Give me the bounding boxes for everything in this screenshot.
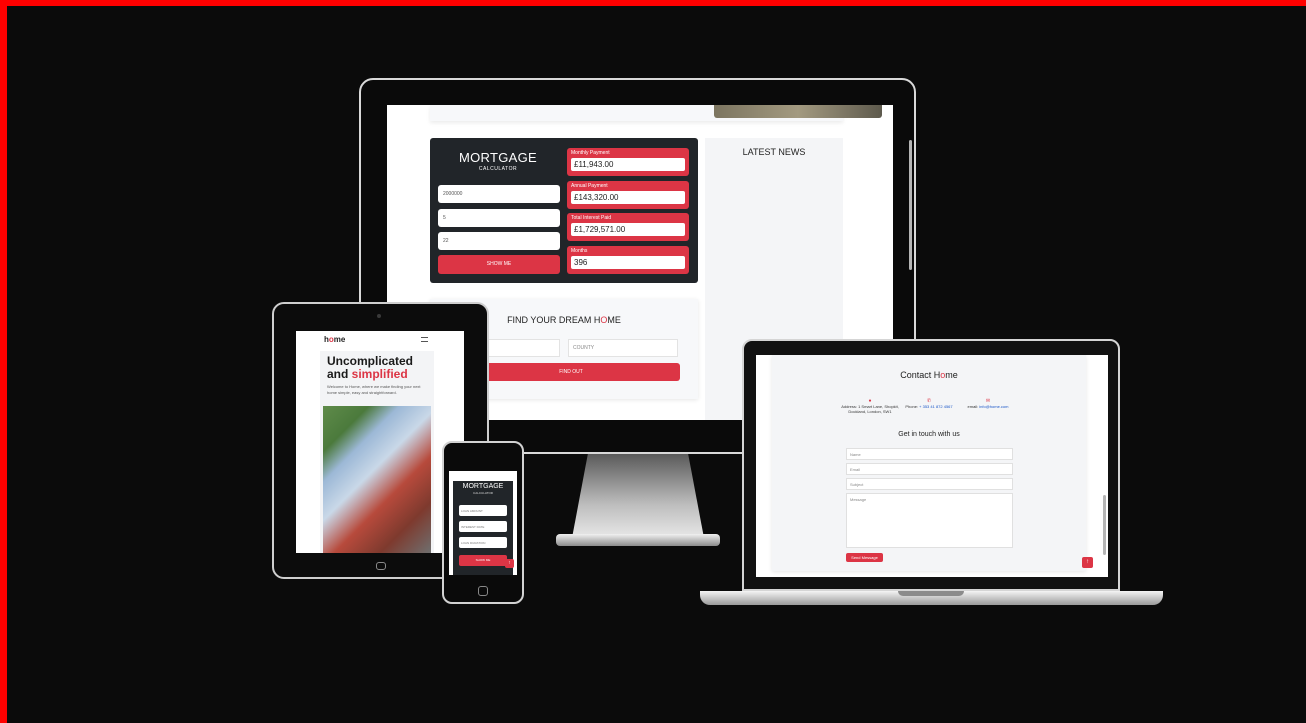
result-value: £11,943.00 [571, 158, 685, 171]
get-in-touch-heading: Get in touch with us [898, 431, 960, 438]
tablet-screen: home Uncomplicated and simplified Welcom… [296, 331, 464, 553]
monitor-stand [572, 454, 704, 538]
monitor-base [556, 534, 720, 546]
phone-screen: MORTGAGE CALCULATOR LOAN AMOUNT INTEREST… [449, 471, 517, 575]
county-input[interactable]: COUNTY [568, 339, 678, 357]
calculator-title: MORTGAGE [458, 150, 537, 165]
laptop-scrollbar[interactable] [1103, 495, 1106, 555]
email-link[interactable]: info@home.com [979, 404, 1008, 409]
camera-icon [377, 314, 381, 318]
latest-news-title: LATEST NEWS [742, 147, 806, 157]
phone-device: MORTGAGE CALCULATOR LOAN AMOUNT INTEREST… [442, 441, 524, 604]
send-message-button[interactable]: Send Message [846, 553, 883, 562]
email-label: email: [967, 404, 980, 409]
hero-line2: and simplified [327, 368, 413, 381]
logo-me: me [333, 335, 346, 344]
contact-title: Contact Home [772, 370, 1086, 380]
result-label: Annual Payment [571, 183, 608, 189]
phone-loan-input[interactable]: LOAN AMOUNT [459, 505, 507, 516]
hero-simplified: simplified [351, 367, 408, 381]
result-total-interest: Total Interest Paid £1,729,571.00 [567, 213, 689, 241]
result-value: £143,320.00 [571, 191, 685, 204]
result-value: £1,729,571.00 [571, 223, 685, 236]
phone-calc-title: MORTGAGE [462, 483, 504, 490]
calculator-subtitle: CALCULATOR [478, 166, 518, 172]
hero-text: Welcome to Home, where we make finding y… [327, 384, 421, 395]
phone-label: Phone: [905, 404, 920, 409]
hero-image [714, 105, 882, 118]
hero-strip [430, 105, 882, 121]
phone-home-button-icon[interactable] [478, 586, 488, 596]
interest-rate-input[interactable]: 5 [438, 209, 560, 227]
dream-title-end: ME [607, 315, 621, 325]
phone-calc-subtitle: CALCULATOR [473, 491, 493, 495]
contact-title-end: me [945, 370, 958, 380]
laptop-scroll-top-icon[interactable]: ↑ [1082, 557, 1093, 568]
phone-link[interactable]: + 353 41 872 4567 [919, 404, 952, 409]
desktop-scrollbar[interactable] [909, 140, 912, 270]
result-months: Months 396 [567, 246, 689, 274]
contact-title-start: Contact H [900, 370, 941, 380]
message-field[interactable]: Message [846, 493, 1013, 548]
scroll-top-icon[interactable]: ↑ [505, 559, 514, 568]
mortgage-calculator: MORTGAGE CALCULATOR 2000000 5 22 SHOW ME… [430, 138, 698, 283]
frame-edge-left [0, 0, 7, 723]
laptop-screen: Contact Home ● Address: 1 Smart Lane, Sho… [756, 355, 1108, 577]
contact-panel: Contact Home ● Address: 1 Smart Lane, Sho… [772, 355, 1086, 571]
menu-icon[interactable] [421, 337, 428, 342]
loan-amount-input[interactable]: 2000000 [438, 185, 560, 203]
hero-title: Uncomplicated and simplified [327, 355, 413, 381]
home-logo[interactable]: home [324, 335, 345, 344]
email-block: ✉ email: info@home.com [958, 399, 1018, 410]
phone-rate-input[interactable]: INTEREST RATE [459, 521, 507, 532]
result-monthly: Monthly Payment £11,943.00 [567, 148, 689, 176]
dream-title-start: FIND YOUR DREAM H [507, 315, 601, 325]
home-button-icon[interactable] [376, 562, 386, 570]
phone-show-me-button[interactable]: SHOW ME [459, 555, 507, 566]
phone-duration-input[interactable]: LOAN DURATION [459, 537, 507, 548]
result-value: 396 [571, 256, 685, 269]
laptop-device: Contact Home ● Address: 1 Smart Lane, Sho… [742, 339, 1120, 591]
name-field[interactable]: Name [846, 448, 1013, 460]
result-label: Months [571, 248, 588, 254]
find-out-button[interactable]: FIND OUT [462, 363, 680, 381]
email-field[interactable]: Email [846, 463, 1013, 475]
result-annual: Annual Payment £143,320.00 [567, 181, 689, 209]
subject-field[interactable]: Subject [846, 478, 1013, 490]
address-block: ● Address: 1 Smart Lane, Shopkit, Docklan… [840, 399, 900, 415]
show-me-button[interactable]: SHOW ME [438, 255, 560, 274]
phone-block: ✆ Phone: + 353 41 872 4567 [899, 399, 959, 410]
street-image [323, 406, 431, 553]
frame-edge-top [0, 0, 1306, 6]
loan-duration-input[interactable]: 22 [438, 232, 560, 250]
result-label: Monthly Payment [571, 150, 610, 156]
address-text: Address: 1 Smart Lane, Shopkit, Dockland… [841, 404, 899, 414]
laptop-notch [898, 591, 964, 596]
phone-calculator: MORTGAGE CALCULATOR LOAN AMOUNT INTEREST… [453, 481, 513, 575]
result-label: Total Interest Paid [571, 215, 612, 221]
hero-and: and [327, 367, 352, 381]
